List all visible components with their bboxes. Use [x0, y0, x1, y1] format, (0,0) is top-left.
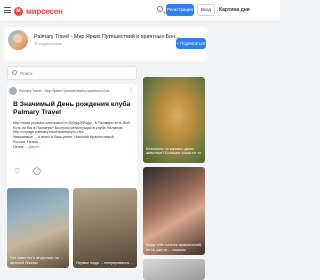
register-button[interactable]: Регистрация — [166, 4, 194, 16]
comment-icon[interactable]: ◯ — [33, 167, 41, 175]
heart-icon[interactable]: ♡ — [14, 167, 20, 175]
channel-card: Palmary Travel - Мир Ярких Путешествий и… — [4, 27, 207, 61]
post-body-last: Пенза ... — [13, 144, 28, 149]
search-icon — [12, 70, 17, 75]
card-caption: Безопасно ли кормить диких животных? Бол… — [146, 146, 202, 160]
top-bar: м мирсесен Регистрация Вход Картина дня — [0, 0, 280, 22]
recommended-card[interactable]: Что известно о веществах на ... жителей … — [7, 188, 69, 268]
channel-name[interactable]: Palmary Travel - Мир Ярких Путешествий и… — [34, 34, 179, 40]
avatar[interactable] — [9, 87, 17, 95]
menu-icon[interactable] — [4, 7, 11, 13]
channel-search — [7, 66, 137, 80]
search-icon[interactable] — [157, 6, 163, 12]
card-caption: Что известно о веществах на ... жителей … — [10, 256, 63, 265]
logo-text: мирсесен — [26, 6, 63, 16]
recommended-card[interactable]: Первые люди ... генерировался ... — [73, 188, 137, 268]
day-picture-card[interactable]: Когда тебе хочется приключений, но ты уж… — [143, 167, 205, 255]
card-caption: Когда тебе хочется приключений, но ты уж… — [146, 243, 202, 252]
card-caption: Первые люди ... генерировался ... — [76, 260, 133, 265]
more-icon[interactable]: ⋮ — [128, 87, 134, 94]
read-more-link[interactable]: Далее — [29, 145, 40, 149]
subscribe-button[interactable]: + Подписаться — [176, 38, 206, 49]
post-body: http://www.youtube.com/watch?v=5Xdyg2j9N… — [13, 121, 135, 149]
search-input[interactable] — [20, 68, 130, 78]
login-button[interactable]: Вход — [197, 4, 215, 16]
post-source[interactable]: Palmary Travel - Мир Ярких Путешествий и… — [19, 89, 112, 93]
logo-mark-icon: м — [14, 6, 23, 16]
day-picture-card[interactable] — [143, 259, 205, 280]
post-body-line: Пенза ... Далее — [13, 145, 135, 150]
day-picture-title: Картина дня — [219, 7, 250, 13]
channel-avatar[interactable] — [8, 30, 28, 50]
day-picture-card[interactable]: Безопасно ли кормить диких животных? Бол… — [143, 77, 205, 163]
post-title[interactable]: В Значимый День рождения клуба Palmary T… — [13, 101, 133, 117]
post-body-line: http://www.youtube.com/watch?v=5Xdyg2j9N… — [13, 121, 131, 125]
subscriber-count: 30 подписчиков — [34, 42, 62, 46]
site-logo[interactable]: м мирсесен — [14, 5, 63, 17]
